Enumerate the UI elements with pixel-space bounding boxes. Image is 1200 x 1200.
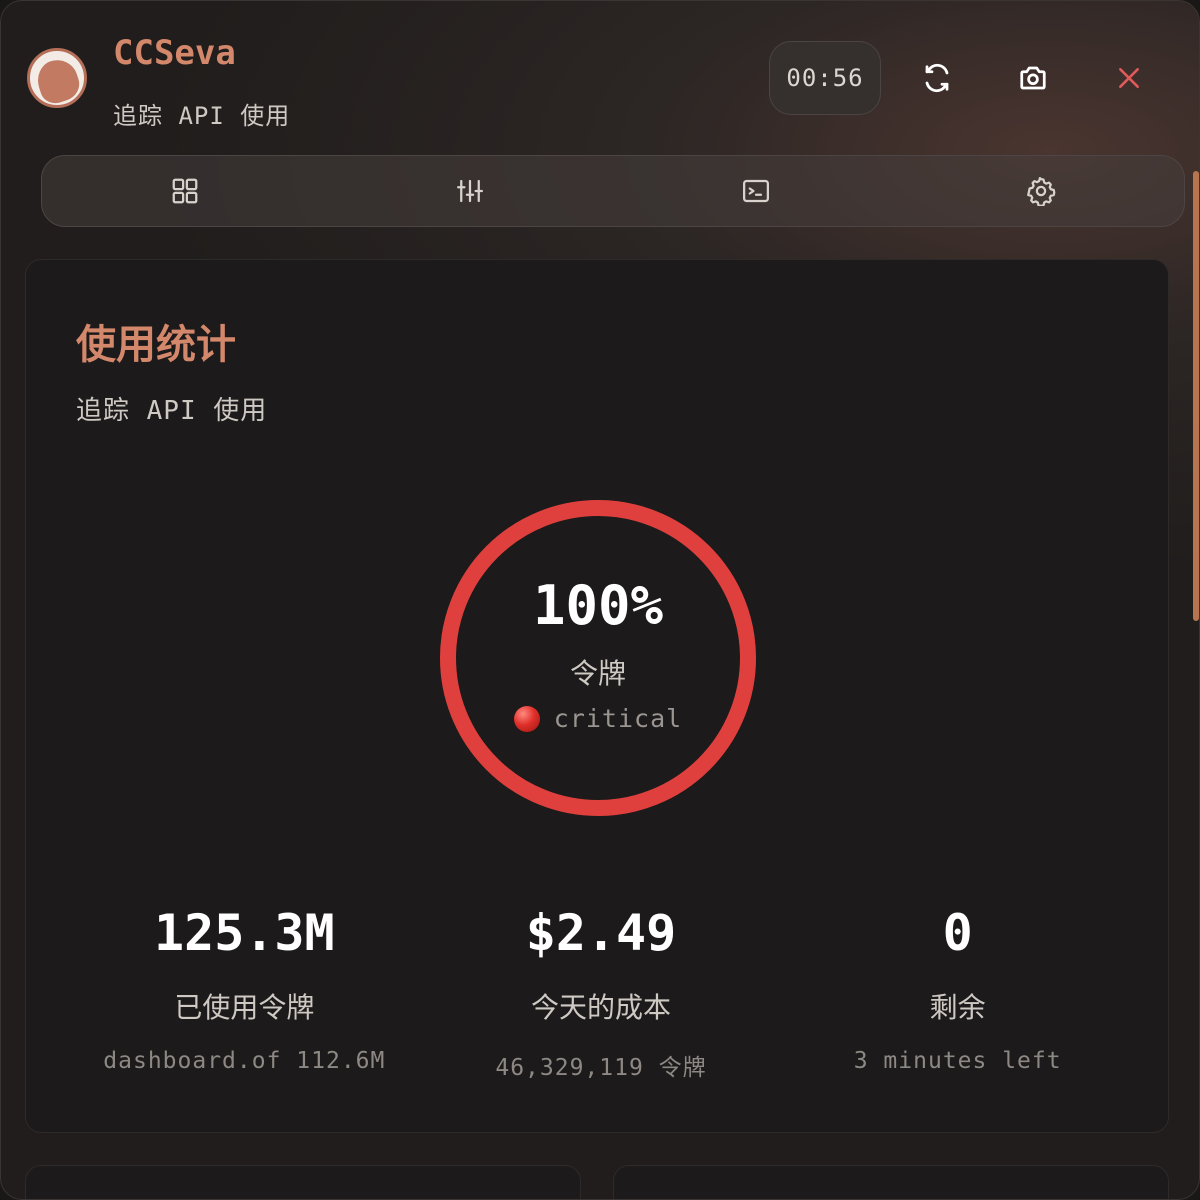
tab-settings[interactable]: [899, 156, 1185, 226]
stat-subtext: dashboard.of 112.6M: [103, 1048, 386, 1074]
secondary-card-left: [25, 1165, 581, 1199]
stat-value: 0: [942, 904, 973, 962]
header: CCSeva 追踪 API 使用 00:56: [1, 1, 1199, 151]
close-button[interactable]: [1109, 57, 1149, 99]
stat-label: 剩余: [929, 991, 986, 1024]
grid-icon: [172, 178, 198, 204]
stat-tokens-used: 125.3M 已使用令牌 dashboard.of 112.6M: [66, 900, 423, 1100]
stat-subtext: 3 minutes left: [853, 1048, 1062, 1074]
scrollbar-thumb[interactable]: [1193, 171, 1199, 621]
tab-bar: [41, 155, 1185, 227]
app-subtitle: 追踪 API 使用: [113, 102, 291, 130]
stat-label: 今天的成本: [531, 991, 672, 1024]
stat-label: 已使用令牌: [174, 991, 315, 1024]
tab-dashboard[interactable]: [42, 156, 328, 226]
app-logo: [27, 48, 87, 108]
refresh-button[interactable]: [917, 57, 957, 99]
stat-value: 125.3M: [154, 904, 335, 962]
screenshot-button[interactable]: [1013, 57, 1053, 99]
countdown-timer: 00:56: [769, 41, 881, 115]
usage-gauge: 100% 令牌 critical: [438, 498, 758, 818]
sliders-icon: [457, 179, 484, 203]
gear-icon: [1027, 177, 1056, 206]
status-indicator: critical: [438, 704, 758, 733]
usage-stats-card: 使用统计 追踪 API 使用 100% 令牌 critical 125.3M 已…: [25, 259, 1169, 1133]
stat-subtext: 46,329,119 令牌: [495, 1055, 707, 1081]
logo-mark: [32, 54, 84, 105]
tab-analytics[interactable]: [328, 156, 614, 226]
red-circle-icon: [513, 705, 540, 732]
section-subtitle: 追踪 API 使用: [76, 396, 268, 426]
gauge-label: 令牌: [569, 657, 626, 690]
stat-remaining: 0 剩余 3 minutes left: [779, 900, 1136, 1100]
status-text: critical: [553, 704, 683, 733]
close-icon: [1119, 68, 1139, 88]
terminal-icon: [742, 179, 769, 203]
stat-cost-today: $2.49 今天的成本 46,329,119 令牌: [423, 900, 780, 1100]
camera-icon: [1020, 66, 1046, 90]
app-window: CCSeva 追踪 API 使用 00:56 使用统计 追踪 API 使用 10…: [0, 0, 1200, 1200]
section-title: 使用统计: [76, 322, 236, 368]
stats-row: 125.3M 已使用令牌 dashboard.of 112.6M $2.49 今…: [66, 900, 1136, 1100]
app-title: CCSeva: [113, 33, 236, 73]
refresh-icon: [925, 63, 949, 93]
tab-terminal[interactable]: [613, 156, 899, 226]
gauge-percent: 100%: [532, 574, 664, 637]
secondary-card-right: [613, 1165, 1169, 1199]
stat-value: $2.49: [525, 904, 677, 962]
